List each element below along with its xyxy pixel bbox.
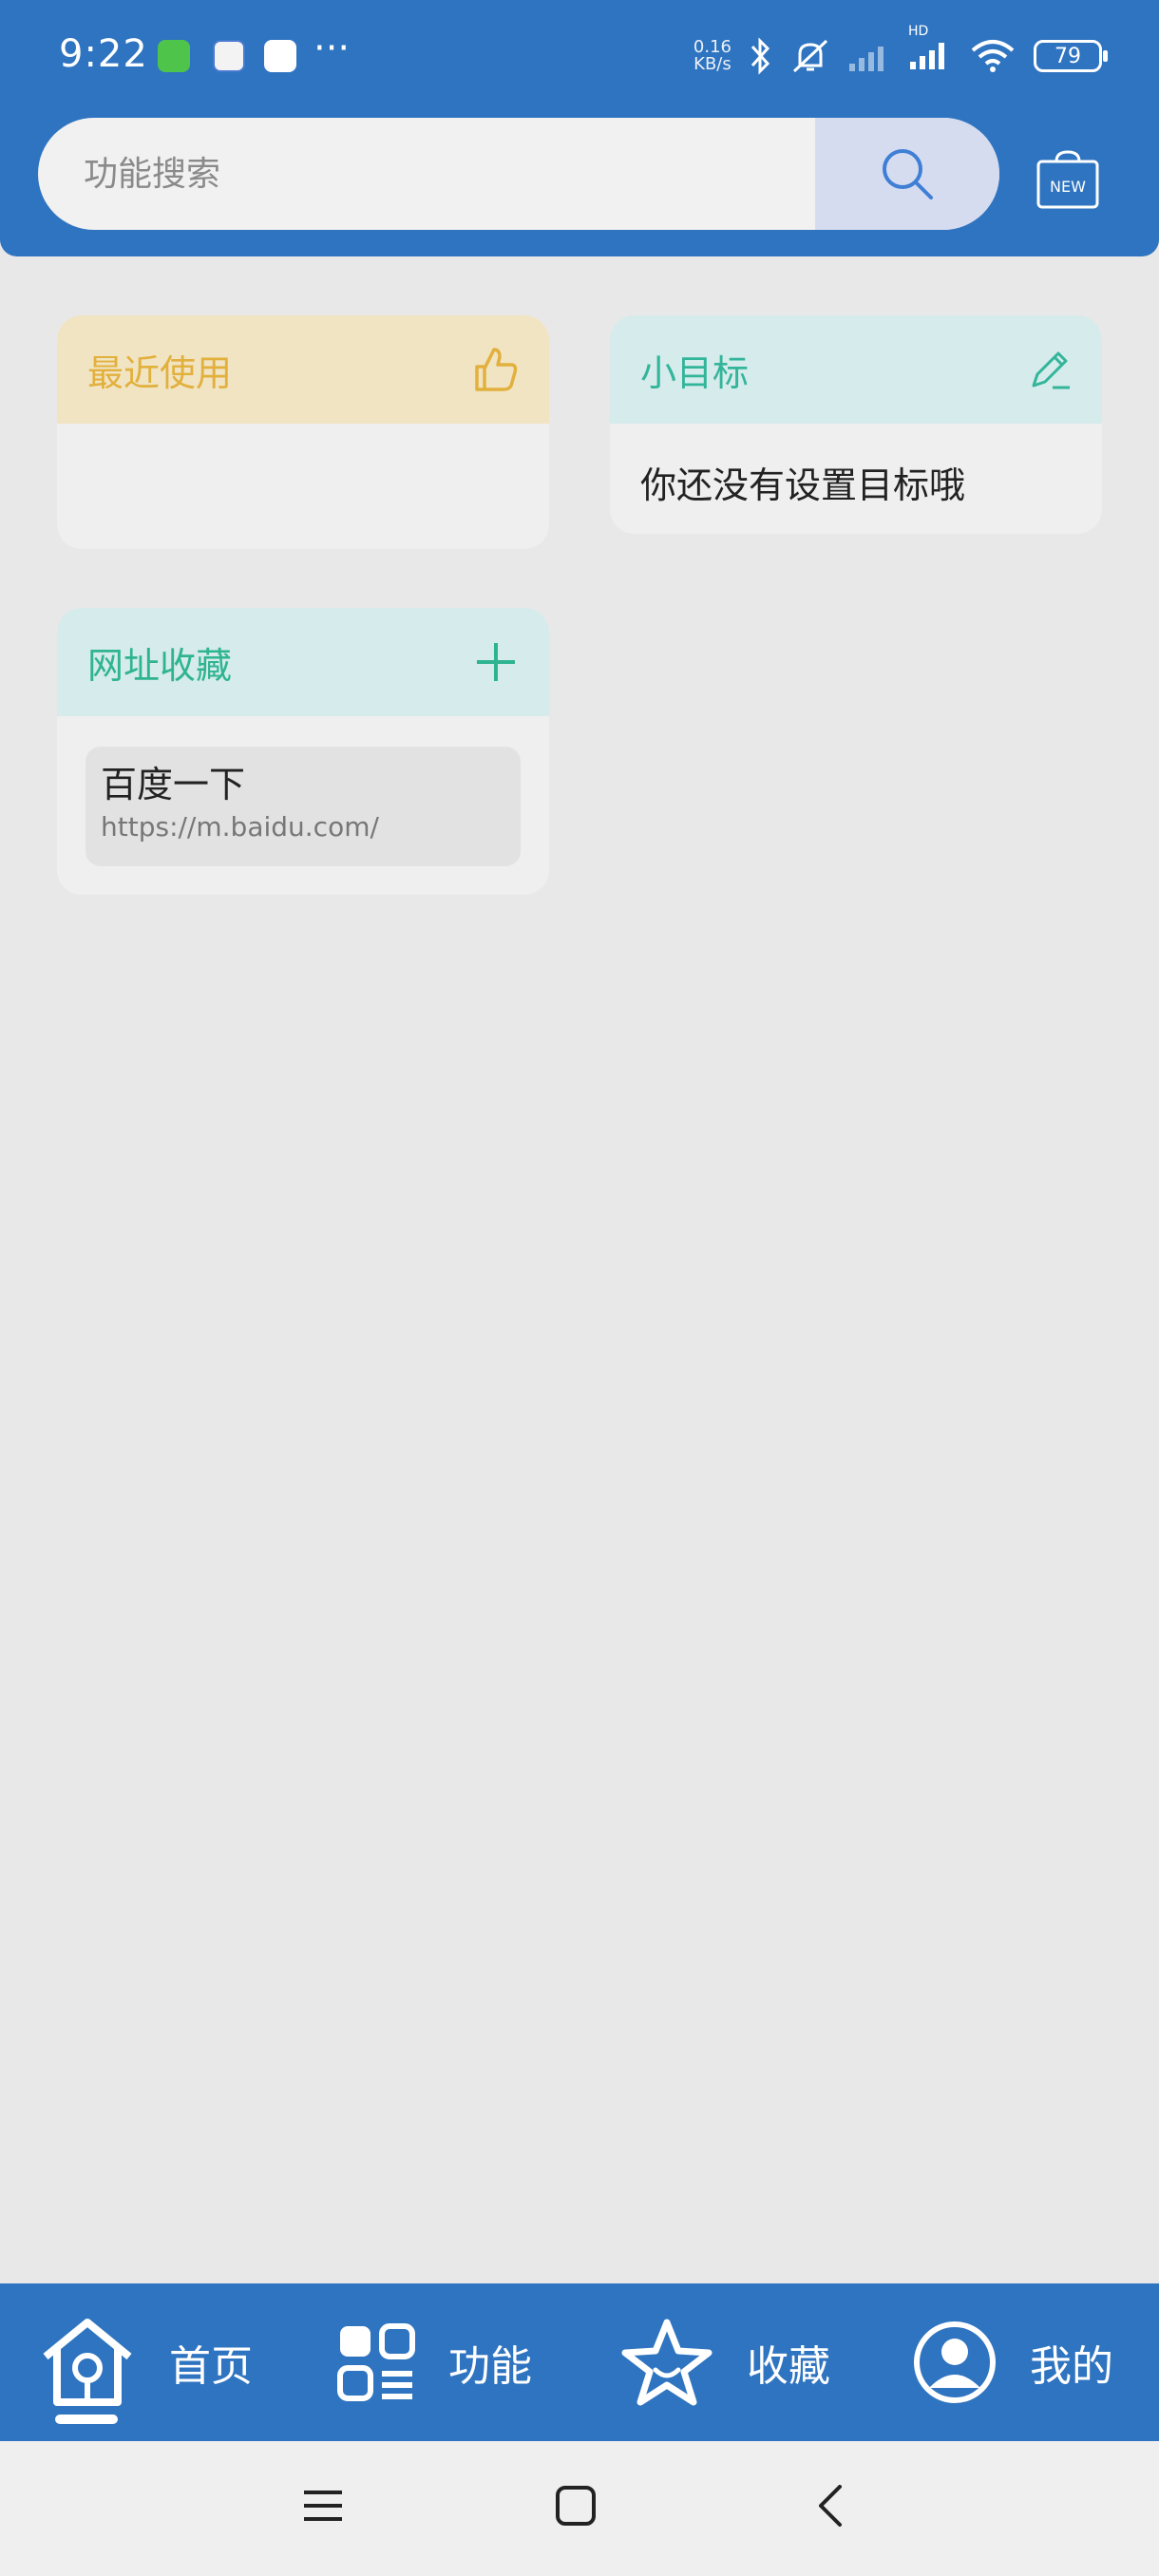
network-speed: 0.16 KB/s [694,39,732,73]
nav-mine-label: 我的 [1030,2342,1113,2391]
thumbs-up-icon[interactable] [471,346,519,393]
fav-card-title: 网址收藏 [87,644,233,687]
new-features-button[interactable]: NEW [1036,150,1100,211]
menu-icon[interactable] [302,2485,344,2527]
search-icon [883,149,933,199]
recent-used-card: 最近使用 [57,315,549,549]
nav-home-label: 首页 [169,2342,253,2391]
cloud-app-icon [213,40,245,72]
mute-bell-icon [792,39,828,73]
grid-apps-icon [337,2323,415,2401]
back-icon[interactable] [811,2485,853,2527]
nav-functions[interactable]: 功能 [336,2283,532,2441]
battery-indicator: 79 [1034,40,1108,72]
active-tab-indicator [55,2415,118,2424]
shopping-bag-icon: NEW [1036,150,1099,209]
wifi-icon [971,40,1015,72]
status-time: 9:22 [59,32,148,76]
more-notifications-icon: ··· [314,27,351,70]
nav-favorites-label: 收藏 [747,2342,830,2391]
signal-hd: HD [908,24,952,75]
battery-level: 79 [1054,44,1081,68]
app-header: 9:22 ··· 0.16 KB/s HD 79 功能搜索 NEW [0,0,1159,256]
bookmark-name: 百度一下 [101,764,246,805]
network-type-label: HD [908,24,929,39]
search-bar [38,118,999,230]
add-icon[interactable] [473,639,519,685]
bluetooth-icon [750,37,770,75]
url-favorites-card: 网址收藏 百度一下 https://m.baidu.com/ [57,608,549,895]
home-square-icon[interactable] [555,2485,597,2527]
star-icon [621,2319,712,2406]
net-speed-unit: KB/s [694,54,732,74]
goal-card-title: 小目标 [640,351,750,394]
edit-icon[interactable] [1028,348,1072,391]
post-app-icon [264,40,296,72]
bottom-navigation: 首页 功能 收藏 我的 [0,2283,1159,2441]
status-indicators: 0.16 KB/s HD 79 [694,24,1108,80]
search-button[interactable] [815,118,999,230]
new-badge-text: NEW [1050,178,1086,196]
goal-empty-text: 你还没有设置目标哦 [640,464,966,506]
nav-favorites[interactable]: 收藏 [619,2283,830,2441]
signal-weak-icon [849,47,884,71]
user-avatar-icon [914,2321,996,2403]
status-bar: 9:22 ··· 0.16 KB/s HD 79 [0,0,1159,114]
goal-card: 小目标 你还没有设置目标哦 [610,315,1102,534]
search-input[interactable] [38,118,817,230]
bookmark-url: https://m.baidu.com/ [101,811,379,843]
nav-mine[interactable]: 我的 [912,2283,1113,2441]
goal-card-header: 小目标 [610,315,1102,424]
signal-strong-icon [910,43,944,69]
home-icon [43,2319,132,2406]
wechat-icon [158,40,190,72]
fav-card-header: 网址收藏 [57,608,549,716]
recent-card-header: 最近使用 [57,315,549,424]
nav-functions-label: 功能 [448,2342,532,2391]
bookmark-item[interactable]: 百度一下 https://m.baidu.com/ [86,747,521,866]
system-navigation-bar [0,2441,1159,2576]
recent-card-title: 最近使用 [87,351,233,394]
